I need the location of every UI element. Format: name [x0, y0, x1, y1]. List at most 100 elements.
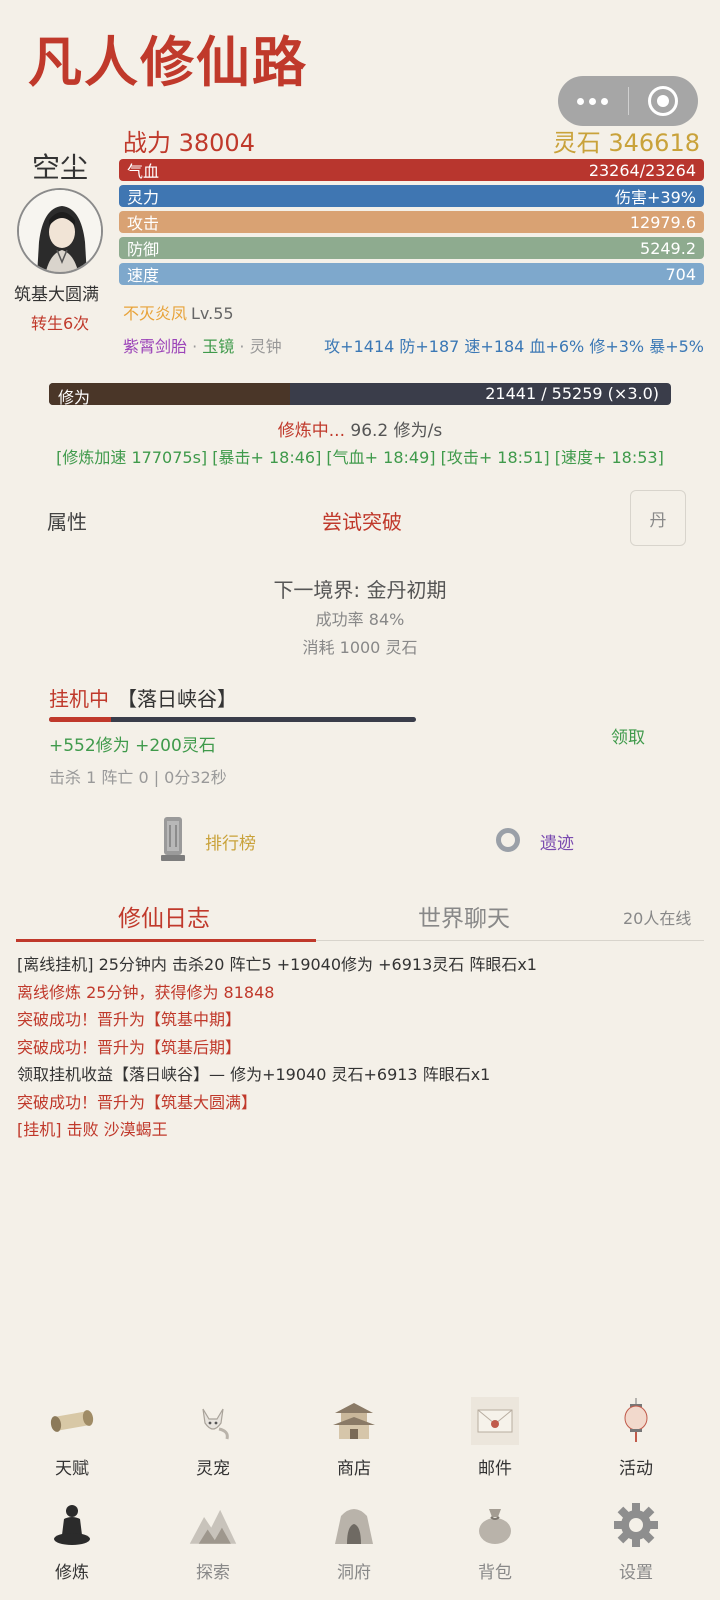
meditation-icon	[47, 1500, 97, 1550]
attributes-button[interactable]: 属性	[47, 506, 87, 535]
spirit-bar: 灵力 伤害+39%	[119, 185, 704, 207]
cultivation-label: 修为	[58, 388, 91, 405]
equipment-bonus: 攻+1414 防+187 速+184 血+6% 修+3% 暴+5%	[324, 337, 704, 356]
bag-icon	[470, 1500, 520, 1550]
nav-label: 背包	[478, 1563, 512, 1583]
online-count: 20人在线	[623, 909, 692, 928]
hp-bar: 气血 23264/23264	[119, 159, 704, 181]
speed-value: 704	[665, 264, 696, 284]
spirit-label: 灵力	[127, 188, 160, 207]
treasure-name: 不灭炎凤	[123, 304, 188, 323]
nav-shop[interactable]: 商店	[299, 1396, 409, 1479]
nav-talent[interactable]: 天赋	[17, 1396, 127, 1479]
nav-mail[interactable]: 邮件	[440, 1396, 550, 1479]
app-title: 凡人修仙路	[28, 30, 308, 94]
buff-list: [修炼加速 177075s] [暴击+ 18:46] [气血+ 18:49] […	[56, 448, 664, 467]
log-entry: 突破成功！晋升为【筑基大圆满】	[17, 1092, 258, 1112]
log-entry: 突破成功！晋升为【筑基后期】	[17, 1037, 242, 1057]
nav-label: 活动	[619, 1459, 653, 1479]
equip-item-3: 灵钟	[249, 337, 282, 356]
log-entry: [离线挂机] 25分钟内 击杀20 阵亡5 +19040修为 +6913灵石 阵…	[17, 955, 537, 974]
lantern-icon	[611, 1396, 661, 1446]
treasure-level: Lv.55	[191, 304, 234, 323]
miniprogram-capsule	[558, 76, 698, 126]
nav-label: 洞府	[337, 1563, 371, 1583]
afk-state: 挂机中	[49, 687, 109, 711]
nav-label: 商店	[337, 1459, 371, 1479]
tab-world-chat[interactable]: 世界聊天	[418, 899, 510, 933]
tab-cultivation-log[interactable]: 修仙日志	[118, 899, 210, 933]
afk-progress	[49, 717, 416, 722]
success-rate: 成功率 84%	[315, 610, 405, 629]
treasure-info[interactable]: 不灭炎凤 Lv.55	[123, 300, 234, 324]
stele-icon[interactable]	[161, 815, 185, 861]
target-icon	[648, 86, 679, 116]
nav-cave[interactable]: 洞府	[299, 1500, 409, 1583]
nav-explore[interactable]: 探索	[158, 1500, 268, 1583]
cultivation-state: 修炼中...	[277, 421, 345, 441]
equip-item-1: 紫霄剑胎	[123, 337, 188, 356]
cave-icon	[329, 1500, 379, 1550]
afk-gains: +552修为 +200灵石	[49, 736, 216, 756]
breakthrough-cost: 消耗 1000 灵石	[302, 638, 418, 657]
fox-icon	[188, 1396, 238, 1446]
pavilion-icon	[329, 1396, 379, 1446]
mountain-icon	[188, 1500, 238, 1550]
spirit-value: 伤害+39%	[615, 188, 696, 207]
cultivation-rate: 96.2 修为/s	[350, 421, 443, 441]
nav-label: 设置	[619, 1563, 653, 1583]
claim-button[interactable]: 领取	[611, 723, 645, 748]
cultivation-status: 修炼中... 96.2 修为/s	[0, 416, 720, 441]
nav-label: 邮件	[478, 1459, 512, 1479]
nav-label: 修炼	[55, 1563, 89, 1583]
speed-label: 速度	[127, 266, 160, 285]
nav-settings[interactable]: 设置	[581, 1500, 691, 1583]
log-list: [离线挂机] 25分钟内 击杀20 阵亡5 +19040修为 +6913灵石 阵…	[17, 951, 707, 1144]
nav-pet[interactable]: 灵宠	[158, 1396, 268, 1479]
equip-separator: ·	[239, 337, 245, 356]
combat-power: 战力 38004	[123, 129, 255, 157]
nav-label: 灵宠	[196, 1459, 230, 1479]
cultivation-bar: 修为 21441 / 55259 (×3.0)	[49, 383, 671, 405]
breakthrough-button[interactable]: 尝试突破	[322, 506, 402, 535]
ranking-link[interactable]: 排行榜	[205, 829, 256, 854]
avatar[interactable]	[17, 188, 103, 274]
nav-label: 探索	[196, 1563, 230, 1583]
nav-bag[interactable]: 背包	[440, 1500, 550, 1583]
cultivation-value: 21441 / 55259 (×3.0)	[485, 384, 659, 403]
scroll-icon	[47, 1396, 97, 1446]
avatar-portrait-icon	[19, 190, 101, 272]
afk-stats: 击杀 1 阵亡 0 | 0分32秒	[49, 768, 227, 787]
log-entry: 离线修炼 25分钟，获得修为 81848	[17, 982, 275, 1002]
rebirth-count: 转生6次	[31, 314, 90, 333]
active-tab-indicator	[16, 939, 316, 942]
log-entry: 领取挂机收益【落日峡谷】— 修为+19040 灵石+6913 阵眼石x1	[17, 1065, 491, 1084]
hp-label: 气血	[127, 162, 160, 181]
ruins-link[interactable]: 遗迹	[540, 829, 574, 854]
log-entry: 突破成功！晋升为【筑基中期】	[17, 1010, 242, 1029]
attack-label: 攻击	[127, 214, 160, 233]
envelope-icon	[470, 1396, 520, 1446]
nav-label: 天赋	[55, 1459, 89, 1479]
speed-bar: 速度 704	[119, 263, 704, 285]
afk-progress-fill	[49, 717, 112, 722]
equip-item-2: 玉镜	[202, 337, 235, 356]
more-menu-button[interactable]	[558, 76, 628, 126]
pill-button[interactable]: 丹	[630, 490, 686, 546]
nav-events[interactable]: 活动	[581, 1396, 691, 1479]
next-realm: 下一境界: 金丹初期	[273, 578, 447, 602]
afk-status[interactable]: 挂机中 【落日峡谷】	[49, 683, 237, 712]
attack-value: 12979.6	[629, 212, 696, 232]
equipment-list[interactable]: 紫霄剑胎 · 玉镜 · 灵钟	[123, 333, 282, 357]
nav-cultivate[interactable]: 修炼	[17, 1500, 127, 1583]
spirit-stones: 灵石 346618	[552, 129, 700, 157]
attack-bar: 攻击 12979.6	[119, 211, 704, 233]
log-entry: [挂机] 击败 沙漠蝎王	[17, 1120, 168, 1139]
more-dots-icon	[577, 97, 609, 105]
afk-location: 【落日峡谷】	[117, 687, 237, 711]
ruins-ring-icon[interactable]	[496, 828, 520, 852]
equip-separator: ·	[192, 337, 198, 356]
realm-label: 筑基大圆满	[14, 285, 99, 305]
close-miniprogram-button[interactable]	[629, 76, 699, 126]
player-name: 空尘	[32, 151, 89, 184]
